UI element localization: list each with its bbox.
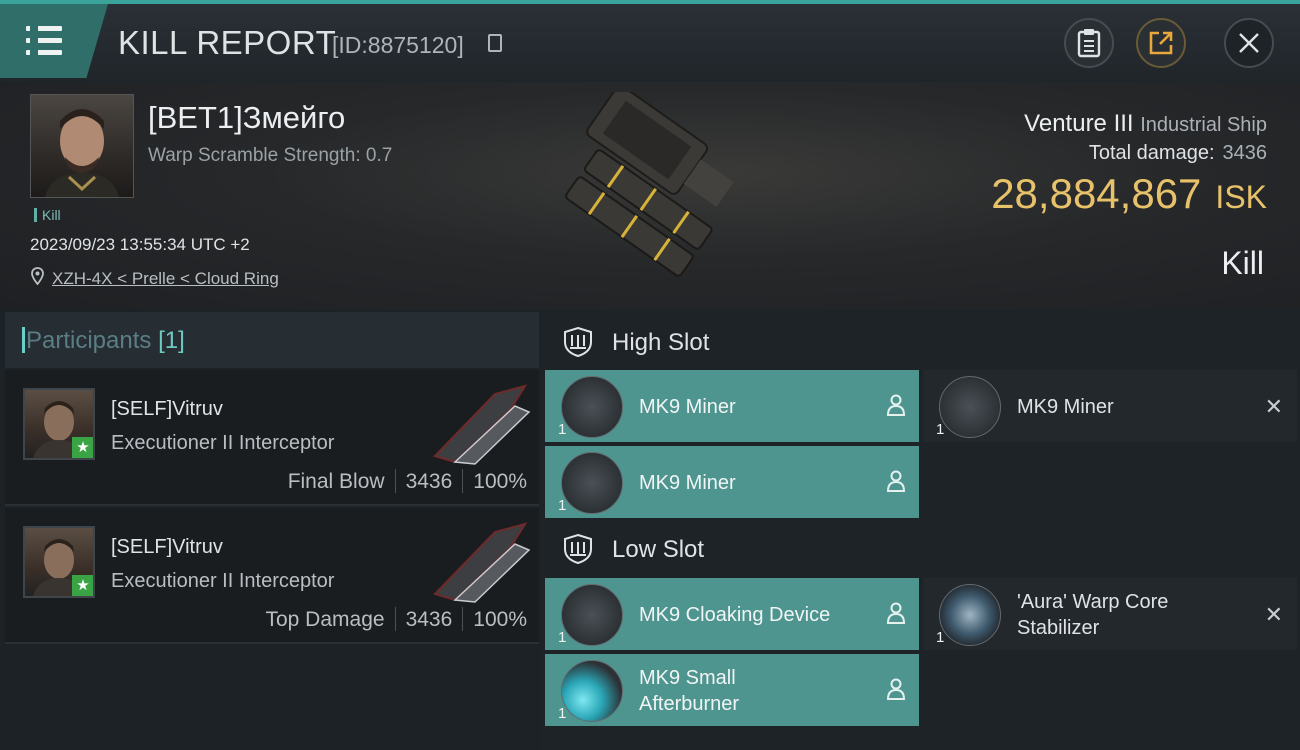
module-name: MK9 Miner	[1017, 396, 1114, 418]
total-damage-value: 3436	[1222, 142, 1268, 164]
report-id: [ID:8875120]	[332, 32, 464, 58]
divider	[394, 469, 396, 493]
participant-damage: 3436	[405, 608, 453, 631]
avatar: ★	[23, 388, 95, 460]
module-name: MK9 Cloaking Device	[639, 604, 831, 626]
divider	[462, 469, 464, 493]
low-slot-title: Low Slot	[612, 536, 705, 563]
warp-core-stabilizer-icon	[939, 584, 1001, 646]
isk-amount: 28,884,867	[991, 170, 1202, 217]
person-icon	[887, 394, 905, 416]
warp-scramble: Warp Scramble Strength: 0.7	[148, 145, 393, 166]
cloaking-device-icon	[561, 584, 623, 646]
kill-datetime: 2023/09/23 13:55:34 UTC +2	[30, 235, 250, 254]
module-qty: 1	[558, 629, 567, 646]
clipboard-button[interactable]	[1064, 18, 1114, 68]
close-button[interactable]	[1224, 18, 1274, 68]
slot-shield-icon	[564, 533, 592, 565]
isk-unit: ISK	[1215, 179, 1267, 215]
person-icon	[887, 678, 905, 700]
module-qty: 1	[936, 629, 945, 646]
page-title: KILL REPORT	[118, 24, 337, 61]
share-icon	[1149, 31, 1173, 55]
menu-icon-gap	[30, 50, 38, 55]
module-item[interactable]: 1 MK9 Miner	[545, 370, 919, 442]
high-slot-title: High Slot	[612, 329, 710, 356]
miner-module-icon	[561, 452, 623, 514]
module-qty: 1	[936, 421, 945, 438]
slot-shield-icon	[564, 326, 592, 358]
total-damage: Total damage: 3436	[1089, 142, 1267, 165]
participant-row[interactable]: ★ [SELF]Vitruv Executioner II Intercepto…	[5, 370, 539, 506]
remove-x-icon: ✕	[1264, 602, 1283, 627]
module-qty: 1	[558, 705, 567, 722]
miner-module-icon	[939, 376, 1001, 438]
participants-count: [1]	[158, 327, 185, 354]
ship-class: Industrial Ship	[1140, 114, 1267, 136]
miner-module-icon	[561, 376, 623, 438]
module-qty: 1	[558, 421, 567, 438]
victim-portrait	[30, 94, 134, 198]
participant-row[interactable]: ★ [SELF]Vitruv Executioner II Intercepto…	[5, 508, 539, 644]
divider	[462, 607, 464, 631]
participant-damage: 3436	[405, 470, 453, 493]
victim-name: [BET1]Змейго	[148, 100, 346, 135]
module-item[interactable]: 1 'Aura' Warp Core Stabilizer ✕	[923, 578, 1297, 650]
participants-title[interactable]: Participants [1]	[22, 327, 185, 355]
participant-ship: Executioner II Interceptor	[111, 570, 335, 592]
participants-label: Participants	[26, 327, 152, 354]
victim-ship-image	[565, 92, 734, 277]
kill-location-link[interactable]: XZH-4X < Prelle < Cloud Ring	[52, 269, 279, 289]
participant-role: Top Damage	[265, 608, 385, 631]
avatar: ★	[23, 526, 95, 598]
star-icon: ★	[72, 575, 93, 596]
menu-icon-gap	[30, 26, 38, 31]
module-name-line1: MK9 Small	[639, 667, 736, 689]
divider	[394, 607, 396, 631]
module-item[interactable]: 1 MK9 Miner	[545, 446, 919, 518]
kill-tag: Kill	[34, 207, 61, 223]
close-icon	[1239, 33, 1259, 53]
module-qty: 1	[558, 497, 567, 514]
participant-name: [SELF]Vitruv	[111, 536, 223, 558]
participant-stats: Top Damage 3436 100%	[265, 607, 527, 632]
participant-stats: Final Blow 3436 100%	[288, 469, 527, 494]
kill-result: Kill	[1221, 245, 1264, 281]
participant-percent: 100%	[473, 608, 527, 631]
location-pin-icon	[31, 267, 44, 285]
remove-x-icon: ✕	[1264, 394, 1283, 419]
person-icon	[887, 602, 905, 624]
afterburner-icon	[561, 660, 623, 722]
clipboard-icon	[1077, 29, 1101, 58]
participant-ship-image	[433, 384, 531, 465]
module-item[interactable]: 1 MK9 Small Afterburner	[545, 654, 919, 726]
module-item[interactable]: 1 MK9 Miner ✕	[923, 370, 1297, 442]
participant-name: [SELF]Vitruv	[111, 398, 223, 420]
star-icon: ★	[72, 437, 93, 458]
participant-percent: 100%	[473, 470, 527, 493]
participant-ship-image	[433, 522, 531, 603]
participant-role: Final Blow	[287, 470, 385, 493]
total-damage-label: Total damage:	[1088, 142, 1215, 164]
module-item[interactable]: 1 MK9 Cloaking Device	[545, 578, 919, 650]
person-icon	[887, 470, 905, 492]
copy-icon[interactable]	[488, 34, 502, 52]
module-name-line2: Afterburner	[639, 693, 740, 715]
victim-avatar	[45, 109, 119, 197]
module-name: MK9 Miner	[639, 472, 736, 494]
participant-ship: Executioner II Interceptor	[111, 432, 335, 454]
isk-value: 28,884,867 ISK	[991, 170, 1267, 218]
menu-icon-gap	[30, 38, 38, 43]
victim-ship: Venture III Industrial Ship	[1024, 110, 1267, 138]
ship-name: Venture III	[1024, 110, 1134, 137]
module-name-line2: Stabilizer	[1017, 617, 1100, 639]
share-button[interactable]	[1136, 18, 1186, 68]
module-name: MK9 Miner	[639, 396, 736, 418]
module-name-line1: 'Aura' Warp Core	[1017, 591, 1169, 613]
